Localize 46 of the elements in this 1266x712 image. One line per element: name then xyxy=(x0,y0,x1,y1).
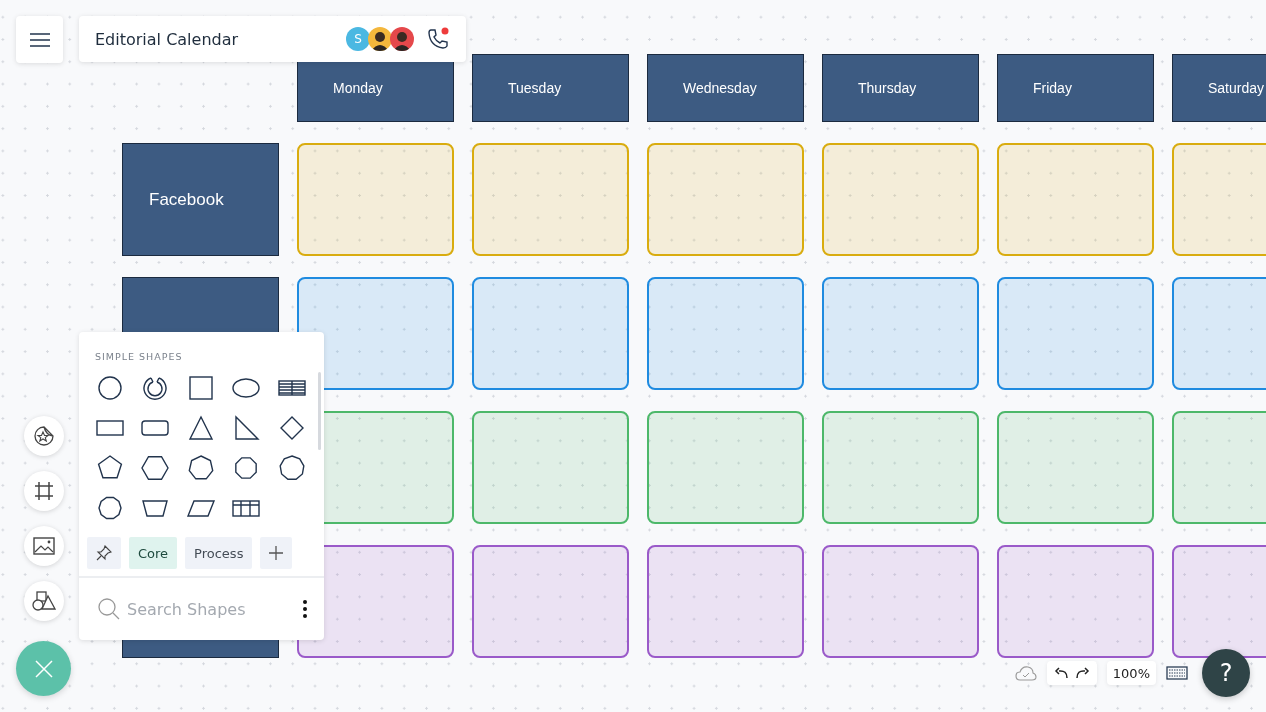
document-title: Editorial Calendar xyxy=(95,29,240,49)
phone-icon xyxy=(426,27,450,51)
keyboard-button[interactable] xyxy=(1166,666,1188,680)
undo-button[interactable] xyxy=(1052,666,1069,680)
day-header: Tuesday xyxy=(472,54,629,122)
sticker-button[interactable] xyxy=(24,416,64,456)
close-icon xyxy=(34,659,53,678)
section-title: SIMPLE SHAPES xyxy=(95,351,184,362)
help-button[interactable]: ? xyxy=(1202,649,1250,697)
hexagon-icon xyxy=(140,453,171,483)
day-header: Saturday xyxy=(1172,54,1266,122)
keyboard-icon xyxy=(1166,666,1188,680)
hexagon-shape[interactable] xyxy=(140,453,171,483)
day-header: Wednesday xyxy=(647,54,804,122)
more-button[interactable] xyxy=(302,599,308,619)
menu-icon xyxy=(29,32,50,47)
frame-button[interactable] xyxy=(24,471,64,511)
day-header: Friday xyxy=(997,54,1154,122)
undo-icon xyxy=(1052,666,1069,680)
pin-tab[interactable] xyxy=(87,537,121,569)
more-icon xyxy=(302,599,308,619)
shapes-button[interactable] xyxy=(24,581,64,621)
user-avatar[interactable] xyxy=(368,27,392,51)
user-avatar[interactable] xyxy=(390,27,414,51)
image-button[interactable] xyxy=(24,526,64,566)
day-header: Thursday xyxy=(822,54,979,122)
redo-icon xyxy=(1074,666,1091,680)
zoom-level: 100% xyxy=(1112,665,1150,681)
search-icon xyxy=(97,597,121,621)
pin-icon xyxy=(96,545,112,561)
row-label: Facebook xyxy=(122,143,279,256)
library-tab[interactable]: Core xyxy=(129,537,178,569)
zoom-control[interactable]: 100% xyxy=(1106,661,1156,685)
search-field[interactable]: Search Shapes xyxy=(125,598,298,620)
scrollbar[interactable] xyxy=(318,372,321,450)
shapes-icon xyxy=(32,590,56,612)
star-sticker-icon xyxy=(33,425,55,447)
redo-button[interactable] xyxy=(1074,666,1091,680)
library-tab[interactable]: Process xyxy=(185,537,253,569)
menu-button[interactable] xyxy=(16,16,63,63)
add-library-tab[interactable] xyxy=(260,537,293,569)
image-icon xyxy=(33,536,55,556)
cloud-saved-icon xyxy=(1014,665,1037,681)
call-button[interactable] xyxy=(426,27,450,51)
plus-icon xyxy=(269,546,284,560)
frame-icon xyxy=(33,480,55,502)
